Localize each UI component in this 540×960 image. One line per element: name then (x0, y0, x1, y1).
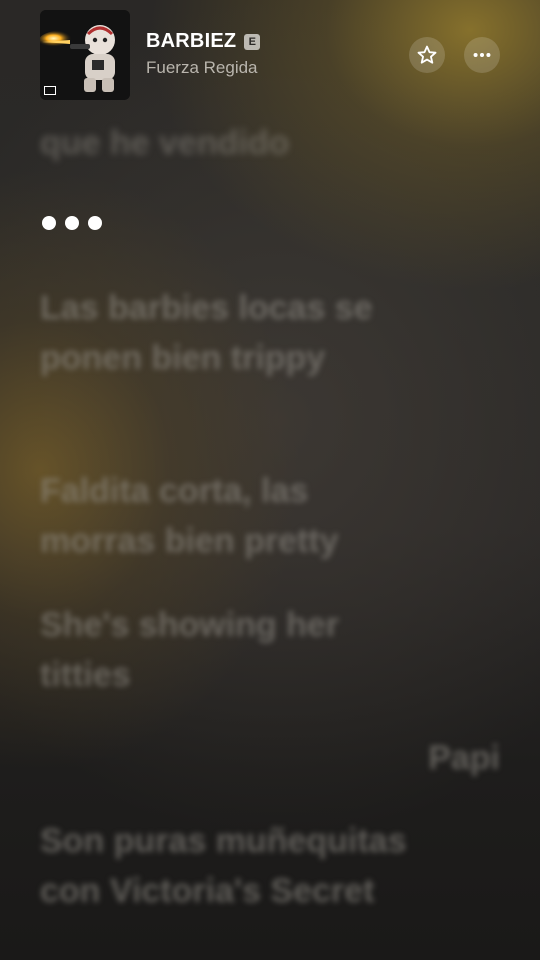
song-title-row: BARBIEZ E (146, 30, 261, 53)
lyrics-screen: que he vendido Las barbies locas se pone… (0, 0, 540, 960)
dot (65, 216, 79, 230)
now-playing-header: BARBIEZ E Fuerza Regida (0, 0, 540, 110)
favorite-button[interactable] (409, 37, 445, 73)
lyric-line[interactable]: Papi (300, 733, 500, 783)
dot (42, 216, 56, 230)
star-icon (417, 45, 437, 64)
more-options-button[interactable] (464, 37, 500, 73)
ellipsis-icon (473, 52, 491, 58)
lyric-line-past[interactable]: que he vendido (40, 118, 420, 168)
lyric-line[interactable]: Son puras muñequitas con Victoria's Secr… (40, 816, 420, 916)
lyric-line[interactable]: Faldita corta, las morras bien pretty (40, 466, 420, 566)
dot (88, 216, 102, 230)
artist-name[interactable]: Fuerza Regida (146, 58, 258, 78)
song-title[interactable]: BARBIEZ (146, 30, 236, 53)
lyric-line[interactable]: She's showing her titties (40, 600, 420, 700)
instrumental-dots-indicator (42, 216, 102, 230)
album-art-illustration (40, 10, 130, 100)
explicit-badge: E (244, 33, 261, 50)
lyrics-view[interactable]: que he vendido Las barbies locas se pone… (0, 0, 540, 960)
lyric-line[interactable]: Las barbies locas se ponen bien trippy (40, 283, 420, 383)
album-art-image[interactable] (40, 10, 130, 100)
